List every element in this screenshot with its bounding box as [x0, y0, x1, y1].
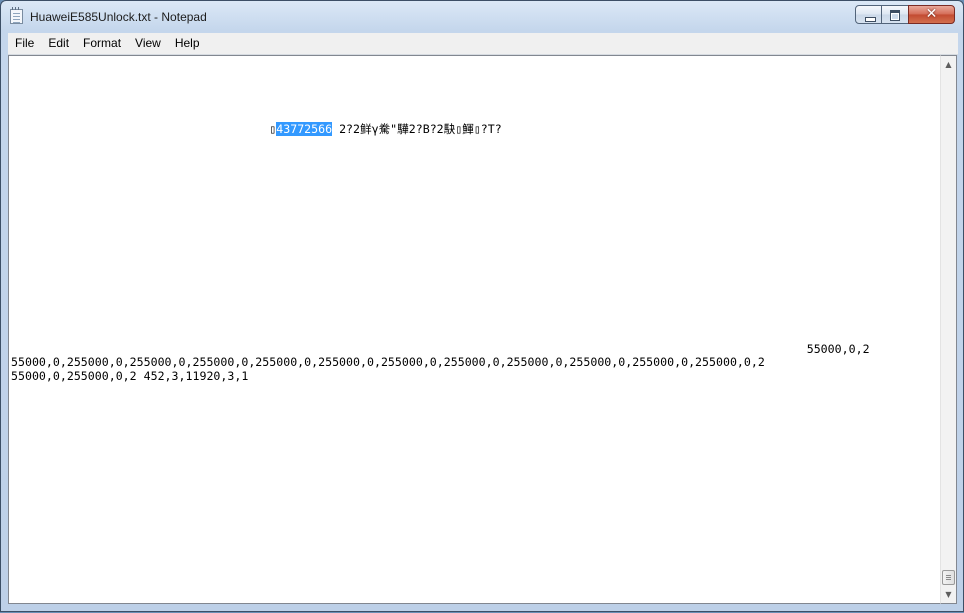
- minimize-icon: [865, 17, 876, 22]
- vertical-scrollbar[interactable]: ▲ ▼: [940, 55, 957, 604]
- menu-help[interactable]: Help: [168, 33, 207, 54]
- close-icon: ✕: [925, 6, 938, 22]
- text-line-3: 55000,0,255000,0,255000,0,255000,0,25500…: [11, 355, 765, 369]
- minimize-button[interactable]: [855, 5, 882, 24]
- maximize-button[interactable]: [881, 5, 909, 24]
- text-editor-area[interactable]: ▯43772566 2?2鲜γ駦"驊2?B?2駃▯鯶▯?T? 55000,0,2…: [8, 55, 940, 604]
- text-line-1-suffix: 2?2鲜γ駦"驊2?B?2駃▯鯶▯?T?: [332, 122, 502, 136]
- text-line-1-prefix: ▯: [11, 122, 277, 136]
- title-bar[interactable]: HuaweiE585Unlock.txt - Notepad ✕: [1, 1, 963, 33]
- scroll-up-icon[interactable]: ▲: [941, 56, 956, 73]
- window-title: HuaweiE585Unlock.txt - Notepad: [30, 10, 207, 24]
- text-line-1: ▯43772566 2?2鲜γ駦"驊2?B?2駃▯鯶▯?T?: [11, 122, 502, 136]
- scroll-thumb[interactable]: [942, 570, 955, 585]
- menu-view[interactable]: View: [128, 33, 168, 54]
- menu-file[interactable]: File: [8, 33, 41, 54]
- selected-text: 43772566: [276, 122, 333, 136]
- menu-format[interactable]: Format: [76, 33, 128, 54]
- menu-edit[interactable]: Edit: [41, 33, 76, 54]
- text-line-4: 55000,0,255000,0,2 452,3,11920,3,1: [11, 369, 249, 383]
- notepad-icon[interactable]: [10, 7, 23, 24]
- caption-buttons: ✕: [855, 5, 955, 25]
- menu-bar: File Edit Format View Help: [8, 33, 958, 55]
- scroll-down-icon[interactable]: ▼: [941, 586, 956, 603]
- close-button[interactable]: ✕: [908, 5, 955, 24]
- notepad-window: HuaweiE585Unlock.txt - Notepad ✕ File Ed…: [0, 0, 964, 612]
- maximize-icon: [890, 10, 900, 21]
